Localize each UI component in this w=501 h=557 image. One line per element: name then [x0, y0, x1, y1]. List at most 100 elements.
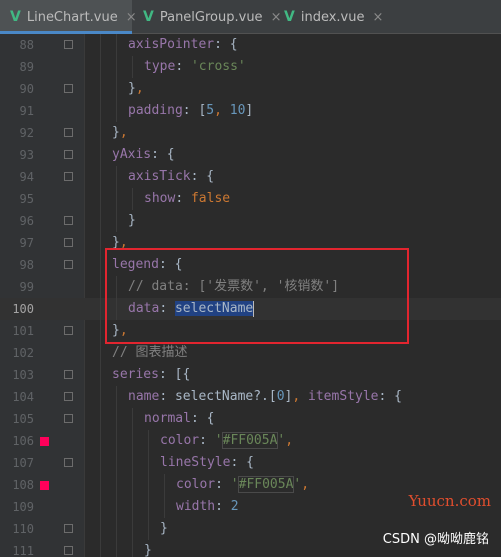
code-text[interactable]: }: [128, 210, 136, 232]
line-number[interactable]: 100: [0, 298, 34, 320]
fold-marker-icon[interactable]: [64, 128, 73, 137]
line-number[interactable]: 102: [0, 342, 34, 364]
code-line[interactable]: 96}: [0, 210, 501, 232]
code-line[interactable]: 105 normal: {: [0, 408, 501, 430]
code-text[interactable]: color: '#FF005A',: [176, 474, 309, 496]
line-number[interactable]: 107: [0, 452, 34, 474]
code-text[interactable]: series: [{: [112, 364, 190, 386]
code-text[interactable]: name: selectName?.[0], itemStyle: {: [128, 386, 402, 408]
code-token: color: [160, 433, 200, 448]
line-number[interactable]: 98: [0, 254, 34, 276]
fold-marker-icon[interactable]: [64, 458, 73, 467]
indent-guide: [132, 188, 133, 210]
line-number[interactable]: 108: [0, 474, 34, 496]
indent-guide: [164, 474, 165, 496]
fold-marker-icon[interactable]: [64, 326, 73, 335]
code-text[interactable]: }: [160, 518, 168, 540]
code-line[interactable]: 102 // 图表描述: [0, 342, 501, 364]
code-text[interactable]: type: 'cross': [144, 56, 246, 78]
code-text[interactable]: axisPointer: {: [128, 34, 238, 56]
code-token: 10: [229, 103, 246, 118]
indent-guide: [116, 188, 117, 210]
indent-guide: [100, 78, 101, 100]
code-text[interactable]: padding: [5, 10]: [128, 100, 253, 122]
code-line[interactable]: 107 lineStyle: {: [0, 452, 501, 474]
code-text[interactable]: },: [128, 78, 144, 100]
line-number[interactable]: 109: [0, 496, 34, 518]
code-text[interactable]: color: '#FF005A',: [160, 430, 293, 452]
code-line[interactable]: 88 axisPointer: {: [0, 34, 501, 56]
line-number[interactable]: 105: [0, 408, 34, 430]
line-number[interactable]: 88: [0, 34, 34, 56]
line-number[interactable]: 95: [0, 188, 34, 210]
color-swatch-icon[interactable]: [40, 437, 49, 446]
line-number[interactable]: 92: [0, 122, 34, 144]
fold-marker-icon[interactable]: [64, 546, 73, 555]
code-editor[interactable]: 88 axisPointer: {89 type: 'cross' 90}, 91 pad…: [0, 34, 501, 557]
code-text[interactable]: // 图表描述: [112, 342, 187, 364]
close-tab-icon[interactable]: ×: [372, 10, 383, 25]
indent-guide: [116, 452, 117, 474]
fold-marker-icon[interactable]: [64, 150, 73, 159]
code-text[interactable]: yAxis: {: [112, 144, 175, 166]
fold-marker-icon[interactable]: [64, 40, 73, 49]
fold-marker-icon[interactable]: [64, 84, 73, 93]
code-token: ,: [301, 477, 310, 492]
indent-guide: [132, 430, 133, 452]
color-swatch-icon[interactable]: [40, 481, 49, 490]
fold-marker-icon[interactable]: [64, 524, 73, 533]
code-token: : selectName?.[: [159, 389, 277, 404]
indent-guide: [100, 430, 101, 452]
code-text[interactable]: show: false: [144, 188, 230, 210]
line-number[interactable]: 106: [0, 430, 34, 452]
line-number[interactable]: 96: [0, 210, 34, 232]
code-line[interactable]: 95 show: false: [0, 188, 501, 210]
code-line[interactable]: 103 series: [{: [0, 364, 501, 386]
code-text[interactable]: lineStyle: {: [160, 452, 254, 474]
tab-linechart[interactable]: V LineChart.vue ×: [0, 0, 137, 34]
fold-marker-icon[interactable]: [64, 216, 73, 225]
line-number[interactable]: 91: [0, 100, 34, 122]
line-number[interactable]: 111: [0, 540, 34, 557]
code-token: }: [112, 125, 120, 140]
fold-marker-icon[interactable]: [64, 370, 73, 379]
fold-marker-icon[interactable]: [64, 238, 73, 247]
code-token: normal: [144, 411, 191, 426]
fold-marker-icon[interactable]: [64, 172, 73, 181]
code-line[interactable]: 90},: [0, 78, 501, 100]
line-number[interactable]: 110: [0, 518, 34, 540]
code-text[interactable]: width: 2: [176, 496, 239, 518]
code-line[interactable]: 92},: [0, 122, 501, 144]
line-number[interactable]: 104: [0, 386, 34, 408]
tab-panelgroup[interactable]: V PanelGroup.vue ×: [133, 0, 281, 34]
code-text[interactable]: normal: {: [144, 408, 214, 430]
indent-guide: [100, 298, 101, 320]
code-token: : {: [190, 411, 215, 426]
line-number[interactable]: 101: [0, 320, 34, 342]
line-number[interactable]: 103: [0, 364, 34, 386]
code-text[interactable]: axisTick: {: [128, 166, 214, 188]
fold-marker-icon[interactable]: [64, 260, 73, 269]
line-number[interactable]: 97: [0, 232, 34, 254]
code-line[interactable]: 93 yAxis: {: [0, 144, 501, 166]
code-line[interactable]: 89 type: 'cross': [0, 56, 501, 78]
indent-guide: [148, 474, 149, 496]
fold-marker-icon[interactable]: [64, 392, 73, 401]
fold-marker-icon[interactable]: [64, 414, 73, 423]
code-line[interactable]: 94 axisTick: {: [0, 166, 501, 188]
code-text[interactable]: }: [144, 540, 152, 557]
line-number[interactable]: 89: [0, 56, 34, 78]
code-token: : [{: [158, 367, 191, 382]
line-number[interactable]: 90: [0, 78, 34, 100]
indent-guide: [100, 122, 101, 144]
line-number[interactable]: 93: [0, 144, 34, 166]
tab-index[interactable]: V index.vue ×: [274, 0, 384, 34]
code-line[interactable]: 104 name: selectName?.[0], itemStyle: {: [0, 386, 501, 408]
line-number[interactable]: 99: [0, 276, 34, 298]
code-line[interactable]: 106 color: '#FF005A',: [0, 430, 501, 452]
indent-guide: [132, 452, 133, 474]
code-line[interactable]: 91 padding: [5, 10]: [0, 100, 501, 122]
line-number[interactable]: 94: [0, 166, 34, 188]
code-text[interactable]: },: [112, 122, 128, 144]
editor-tab-bar: V LineChart.vue × V PanelGroup.vue × V i…: [0, 0, 501, 34]
